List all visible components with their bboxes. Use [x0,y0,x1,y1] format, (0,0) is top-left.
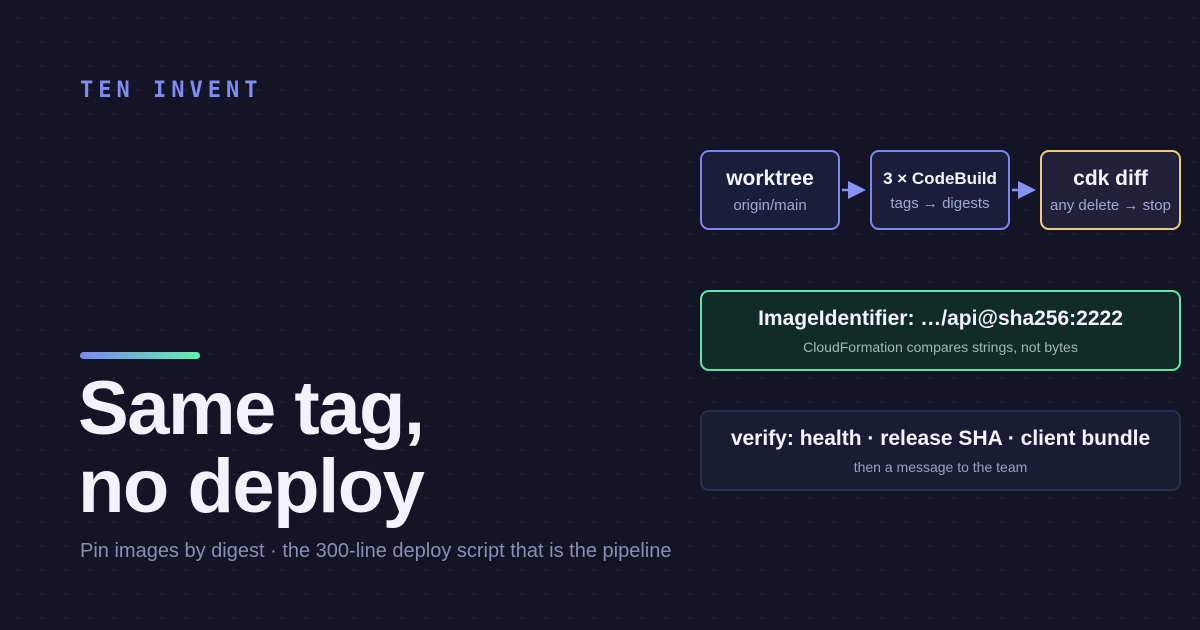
headline: Same tag, no deploy [78,366,425,529]
pipeline-node-codebuild: 3 × CodeBuild tags → digests [870,150,1010,230]
node-title: 3 × CodeBuild [883,168,997,188]
panel-title: verify: health · release SHA · client bu… [730,426,1151,450]
panel-subtitle: CloudFormation compares strings, not byt… [803,338,1078,355]
subtitle: Pin images by digest · the 300-line depl… [80,540,672,562]
verify-panel: verify: health · release SHA · client bu… [700,410,1181,491]
node-subtitle: tags → digests [890,194,990,212]
accent-bar [80,352,200,359]
node-subtitle: any delete → stop [1050,196,1171,214]
arrow-right-icon [1012,181,1036,199]
node-title: cdk diff [1073,166,1148,190]
brand-wordmark: TEN INVENT [80,78,263,103]
panel-title: ImageIdentifier: …/api@sha256:2222 [758,306,1123,330]
node-subtitle: origin/main [733,196,807,214]
panel-subtitle: then a message to the team [853,458,1028,475]
node-title: worktree [726,166,814,190]
arrow-right-icon [842,181,866,199]
headline-line-2: no deploy [78,444,425,529]
pipeline-node-worktree: worktree origin/main [700,150,840,230]
pipeline-node-cdk-diff: cdk diff any delete → stop [1040,150,1181,230]
headline-line-1: Same tag, [78,366,425,451]
image-identifier-panel: ImageIdentifier: …/api@sha256:2222 Cloud… [700,290,1181,371]
